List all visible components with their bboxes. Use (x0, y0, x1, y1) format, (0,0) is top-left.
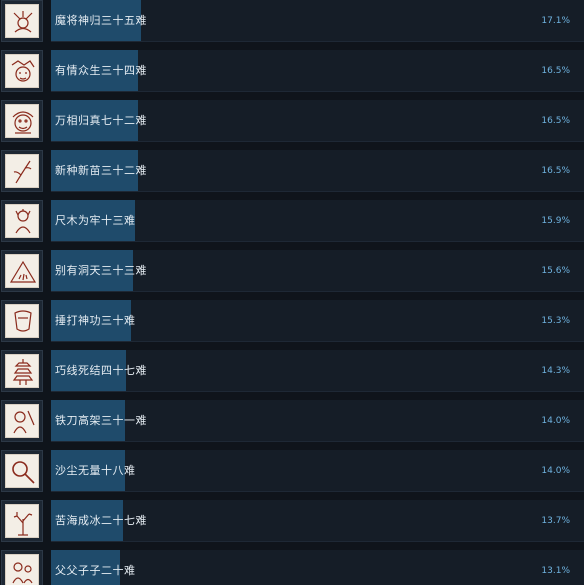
achievement-icon-frame (1, 150, 43, 192)
achievement-percent: 14.0% (541, 466, 570, 476)
achievement-percent: 16.5% (541, 116, 570, 126)
achievement-icon-frame (1, 500, 43, 542)
achievement-percent: 14.0% (541, 416, 570, 426)
achievement-row[interactable]: 铁刀高架三十一难 14.0% (0, 400, 584, 444)
achievement-bar: 别有洞天三十三难 15.6% (51, 250, 584, 292)
achievement-icon-frame (1, 50, 43, 92)
achievement-percent: 15.9% (541, 216, 570, 226)
pagoda-icon (5, 354, 39, 388)
achievement-bar: 万相归真七十二难 16.5% (51, 100, 584, 142)
sprout-icon (5, 154, 39, 188)
achievement-row[interactable]: 捶打神功三十难 15.3% (0, 300, 584, 344)
achievement-bar: 父父子子二十难 13.1% (51, 550, 584, 585)
father-son-icon (5, 554, 39, 585)
achievement-percent: 13.7% (541, 516, 570, 526)
caged-figure-icon (5, 204, 39, 238)
achievement-percent: 17.1% (541, 16, 570, 26)
achievement-row[interactable]: 巧线死结四十七难 14.3% (0, 350, 584, 394)
achievement-name: 魔将神归三十五难 (55, 14, 147, 27)
achievement-percent: 16.5% (541, 166, 570, 176)
achievement-name: 父父子子二十难 (55, 564, 136, 577)
achievement-icon-frame (1, 200, 43, 242)
frozen-tree-icon (5, 504, 39, 538)
achievement-name: 别有洞天三十三难 (55, 264, 147, 277)
achievement-name: 苦海成冰二十七难 (55, 514, 147, 527)
achievement-percent: 15.3% (541, 316, 570, 326)
demon-general-icon (5, 4, 39, 38)
achievement-row[interactable]: 父父子子二十难 13.1% (0, 550, 584, 585)
achievement-percent: 16.5% (541, 66, 570, 76)
achievement-percent: 14.3% (541, 366, 570, 376)
achievement-icon-frame (1, 300, 43, 342)
achievement-percent: 15.6% (541, 266, 570, 276)
achievement-bar: 巧线死结四十七难 14.3% (51, 350, 584, 392)
achievement-name: 新种新苗三十二难 (55, 164, 147, 177)
achievement-icon-frame (1, 100, 43, 142)
achievement-icon-frame (1, 400, 43, 442)
achievement-bar: 捶打神功三十难 15.3% (51, 300, 584, 342)
achievement-row[interactable]: 尺木为牢十三难 15.9% (0, 200, 584, 244)
magnifier-icon (5, 454, 39, 488)
achievement-icon-frame (1, 450, 43, 492)
achievement-icon-frame (1, 250, 43, 292)
achievement-row[interactable]: 有情众生三十四难 16.5% (0, 50, 584, 94)
achievement-row[interactable]: 别有洞天三十三难 15.6% (0, 250, 584, 294)
cave-icon (5, 254, 39, 288)
achievement-row[interactable]: 沙尘无量十八难 14.0% (0, 450, 584, 494)
achievement-name: 铁刀高架三十一难 (55, 414, 147, 427)
achievement-row[interactable]: 万相归真七十二难 16.5% (0, 100, 584, 144)
achievement-row[interactable]: 魔将神归三十五难 17.1% (0, 0, 584, 44)
achievement-name: 尺木为牢十三难 (55, 214, 136, 227)
achievement-icon-frame (1, 350, 43, 392)
achievement-bar: 新种新苗三十二难 16.5% (51, 150, 584, 192)
achievement-list: 魔将神归三十五难 17.1% 有情众生三十四难 16.5% 万相归真七十二难 1… (0, 0, 584, 585)
achievement-name: 巧线死结四十七难 (55, 364, 147, 377)
achievement-bar: 铁刀高架三十一难 14.0% (51, 400, 584, 442)
achievement-name: 沙尘无量十八难 (55, 464, 136, 477)
achievement-name: 万相归真七十二难 (55, 114, 147, 127)
achievement-row[interactable]: 苦海成冰二十七难 13.7% (0, 500, 584, 544)
achievement-bar: 尺木为牢十三难 15.9% (51, 200, 584, 242)
sentient-beast-icon (5, 54, 39, 88)
monkey-king-icon (5, 104, 39, 138)
achievement-icon-frame (1, 550, 43, 585)
achievement-name: 有情众生三十四难 (55, 64, 147, 77)
achievement-bar: 苦海成冰二十七难 13.7% (51, 500, 584, 542)
achievement-row[interactable]: 新种新苗三十二难 16.5% (0, 150, 584, 194)
forge-icon (5, 304, 39, 338)
achievement-percent: 13.1% (541, 566, 570, 576)
achievement-name: 捶打神功三十难 (55, 314, 136, 327)
achievement-icon-frame (1, 0, 43, 42)
iron-blade-icon (5, 404, 39, 438)
achievement-bar: 沙尘无量十八难 14.0% (51, 450, 584, 492)
achievement-bar: 有情众生三十四难 16.5% (51, 50, 584, 92)
achievement-bar: 魔将神归三十五难 17.1% (51, 0, 584, 42)
